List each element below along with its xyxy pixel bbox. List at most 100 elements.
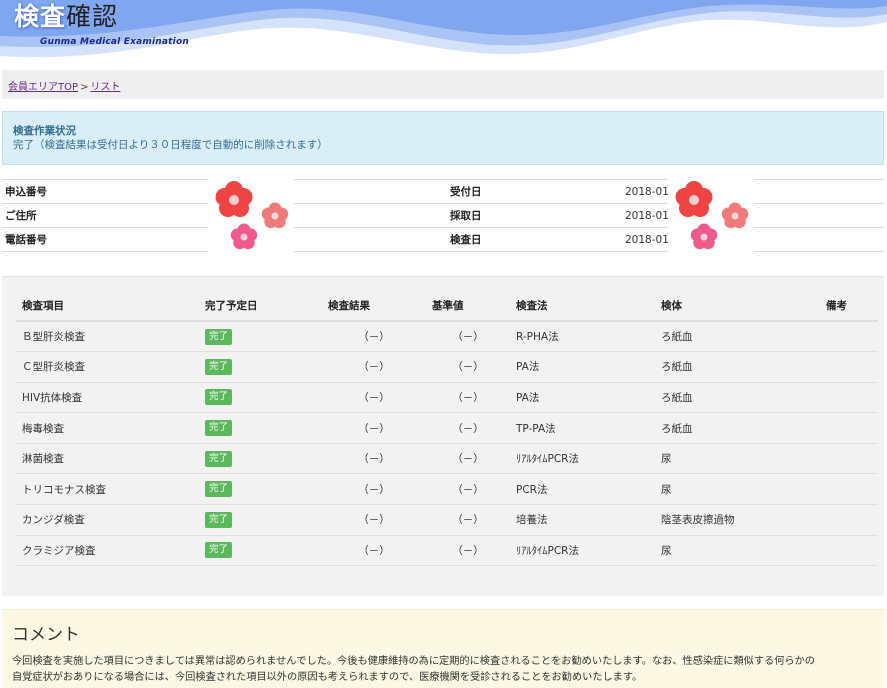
specimen-type: ろ紙血 xyxy=(655,412,820,444)
plum-blossom-icon xyxy=(668,176,754,254)
results-header-row: 検査項目 完了予定日 検査結果 基準値 検査法 検体 備考 xyxy=(16,291,878,322)
specimen-type: 尿 xyxy=(655,443,820,475)
comment-text-line: 自覚症状がおありになる場合には、今回検査された項目以外の原因も考えられますので、… xyxy=(12,672,643,683)
note-cell xyxy=(820,443,878,475)
site-logo-title[interactable]: 検査確認 xyxy=(14,0,118,34)
comment-panel: コメント 今回検査を実施した項目につきましては異常は認められませんでした。今後も… xyxy=(2,609,884,688)
title-strong: 検査 xyxy=(14,2,67,31)
specimen-type: ろ紙血 xyxy=(655,382,820,414)
result-value: （－） xyxy=(322,504,426,536)
result-item-name: 淋菌検査 xyxy=(16,443,199,475)
table-row: HIV抗体検査 完了 （－） （－） PA法 ろ紙血 xyxy=(16,382,878,414)
standard-value: （－） xyxy=(426,382,510,414)
breadcrumb: 会員エリアTOP > リスト xyxy=(2,70,884,99)
table-row: クラミジア検査 完了 （－） （－） ﾘｱﾙﾀｲﾑPCR法尿 xyxy=(16,535,878,567)
column-header-result: 検査結果 xyxy=(322,291,426,322)
standard-value: （－） xyxy=(426,535,510,567)
column-header-item: 検査項目 xyxy=(16,291,199,322)
completion-status-cell: 完了 xyxy=(199,473,322,506)
result-value: （－） xyxy=(322,382,426,414)
result-item-name: HIV抗体検査 xyxy=(16,382,199,414)
info-label: ご住所 xyxy=(2,203,222,228)
specimen-type: 尿 xyxy=(655,535,820,567)
specimen-type: ろ紙血 xyxy=(655,321,820,353)
plum-blossom-icon xyxy=(208,176,294,254)
standard-value: （－） xyxy=(426,412,510,444)
result-item-name: Ｂ型肝炎検査 xyxy=(16,321,199,353)
standard-value: （－） xyxy=(426,504,510,536)
result-item-name: Ｃ型肝炎検査 xyxy=(16,351,199,383)
result-item-name: トリコモナス検査 xyxy=(16,473,199,506)
test-method: PA法 xyxy=(510,382,655,414)
status-text: 完了（検査結果は受付日より３０日程度で自動的に削除されます） xyxy=(13,139,328,151)
results-panel: 検査項目 完了予定日 検査結果 基準値 検査法 検体 備考 Ｂ型肝炎検査 完了 （－… xyxy=(2,276,884,596)
result-value: （－） xyxy=(322,351,426,383)
title-light: 確認 xyxy=(66,2,119,31)
info-label: 申込番号 xyxy=(2,179,222,204)
standard-value: （－） xyxy=(426,473,510,506)
completion-status-badge: 完了 xyxy=(205,450,233,467)
result-item-name: クラミジア検査 xyxy=(16,535,199,567)
completion-status-badge: 完了 xyxy=(205,358,233,375)
completion-status-badge: 完了 xyxy=(205,389,233,406)
completion-status-badge: 完了 xyxy=(205,542,233,559)
test-method: R-PHA法 xyxy=(510,321,655,353)
info-label: 検査日 xyxy=(447,227,622,252)
completion-status-cell: 完了 xyxy=(199,351,322,383)
result-item-name: カンジダ検査 xyxy=(16,504,199,536)
table-row: カンジダ検査 完了 （－） （－） 培養法 陰茎表皮擦過物 xyxy=(16,504,878,536)
test-method: PA法 xyxy=(510,351,655,383)
breadcrumb-list-link[interactable]: リスト xyxy=(90,82,120,93)
completion-status-badge: 完了 xyxy=(205,328,233,345)
breadcrumb-home-link[interactable]: 会員エリアTOP xyxy=(8,82,78,93)
column-header-due-date: 完了予定日 xyxy=(199,291,322,322)
column-header-standard: 基準値 xyxy=(426,291,510,322)
test-method: ﾘｱﾙﾀｲﾑPCR法 xyxy=(510,443,655,475)
breadcrumb-separator: > xyxy=(80,82,89,93)
note-cell xyxy=(820,504,878,536)
test-method: ﾘｱﾙﾀｲﾑPCR法 xyxy=(510,535,655,567)
column-header-method: 検査法 xyxy=(510,291,655,322)
note-cell xyxy=(820,321,878,353)
status-alert: 検査作業状況 完了（検査結果は受付日より３０日程度で自動的に削除されます） xyxy=(2,111,884,165)
result-value: （－） xyxy=(322,443,426,475)
table-row: 梅毒検査 完了 （－） （－） TP-PA法 ろ紙血 xyxy=(16,412,878,444)
completion-status-cell: 完了 xyxy=(199,443,322,475)
test-method: TP-PA法 xyxy=(510,412,655,444)
note-cell xyxy=(820,382,878,414)
column-header-note: 備考 xyxy=(820,291,878,322)
result-value: （－） xyxy=(322,535,426,567)
test-method: 培養法 xyxy=(510,504,655,536)
note-cell xyxy=(820,473,878,506)
site-logo-subtitle: Gunma Medical Examination xyxy=(40,37,189,47)
info-label: 電話番号 xyxy=(2,227,222,252)
status-title: 検査作業状況 xyxy=(13,125,76,137)
specimen-type: 尿 xyxy=(655,473,820,506)
note-cell xyxy=(820,412,878,444)
table-row: 淋菌検査 完了 （－） （－） ﾘｱﾙﾀｲﾑPCR法尿 xyxy=(16,443,878,475)
table-row: Ｃ型肝炎検査 完了 （－） （－） PA法 ろ紙血 xyxy=(16,351,878,383)
note-cell xyxy=(820,351,878,383)
table-row: Ｂ型肝炎検査 完了 （－） （－） R-PHA法 ろ紙血 xyxy=(16,321,878,353)
completion-status-cell: 完了 xyxy=(199,321,322,353)
table-row: トリコモナス検査 完了 （－） （－） PCR法尿 xyxy=(16,473,878,506)
header-wave-graphic xyxy=(0,0,887,58)
result-item-name: 梅毒検査 xyxy=(16,412,199,444)
standard-value: （－） xyxy=(426,351,510,383)
completion-status-cell: 完了 xyxy=(199,504,322,536)
results-body: Ｂ型肝炎検査 完了 （－） （－） R-PHA法 ろ紙血 Ｃ型肝炎検査 完了 （－） （－） PA法… xyxy=(16,321,878,567)
result-value: （－） xyxy=(322,321,426,353)
standard-value: （－） xyxy=(426,321,510,353)
completion-status-badge: 完了 xyxy=(205,511,233,528)
test-method: PCR法 xyxy=(510,473,655,506)
completion-status-badge: 完了 xyxy=(205,481,233,498)
page-header: 検査確認 Gunma Medical Examination xyxy=(0,0,887,68)
result-value: （－） xyxy=(322,473,426,506)
column-header-specimen: 検体 xyxy=(655,291,820,322)
comment-text-line: 今回検査を実施した項目につきましては異常は認められませんでした。今後も健康維持の… xyxy=(12,656,815,667)
comment-title: コメント xyxy=(12,625,80,645)
info-label: 採取日 xyxy=(447,203,622,228)
result-value: （－） xyxy=(322,412,426,444)
note-cell xyxy=(820,535,878,567)
specimen-type: ろ紙血 xyxy=(655,351,820,383)
